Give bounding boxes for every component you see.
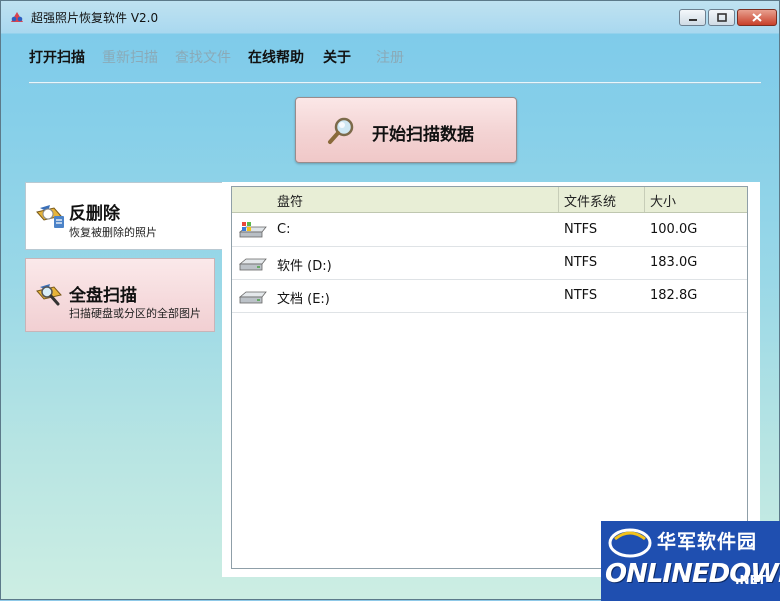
minimize-icon bbox=[688, 18, 697, 21]
menu-about[interactable]: 关于 bbox=[323, 47, 351, 67]
menu-online-help[interactable]: 在线帮助 bbox=[248, 47, 304, 67]
close-button[interactable] bbox=[737, 9, 777, 26]
menu-rescan[interactable]: 重新扫描 bbox=[102, 47, 158, 67]
maximize-icon bbox=[716, 13, 727, 22]
tab-full-scan-title: 全盘扫描 bbox=[69, 286, 137, 306]
tab-undelete-title: 反删除 bbox=[69, 204, 120, 224]
drive-size: 183.0G bbox=[650, 255, 698, 270]
app-logo-icon bbox=[11, 12, 23, 22]
drive-table[interactable]: 盘符 文件系统 大小 C: NTFS 100.0G 软件 (D:) NTFS 1… bbox=[231, 186, 748, 569]
table-row[interactable]: 软件 (D:) NTFS 183.0G bbox=[232, 246, 747, 280]
undelete-icon bbox=[36, 205, 64, 228]
menu-divider bbox=[29, 82, 761, 83]
drive-size: 182.8G bbox=[650, 288, 698, 303]
hard-drive-icon bbox=[238, 258, 267, 271]
app-window: 超强照片恢复软件 V2.0 打开扫描 重新扫描 查找文件 在线帮助 关于 注册 … bbox=[0, 0, 780, 601]
header-filesystem[interactable]: 文件系统 bbox=[564, 191, 616, 210]
tab-full-scan-desc: 扫描硬盘或分区的全部图片 bbox=[69, 307, 201, 320]
table-row[interactable]: 文档 (E:) NTFS 182.8G bbox=[232, 279, 747, 313]
full-scan-icon bbox=[36, 284, 62, 306]
drive-name: C: bbox=[277, 222, 291, 237]
start-scan-button[interactable]: 开始扫描数据 bbox=[295, 97, 517, 163]
globe-icon bbox=[608, 528, 652, 558]
tab-full-scan[interactable]: 全盘扫描 扫描硬盘或分区的全部图片 bbox=[25, 258, 215, 332]
drive-name: 软件 (D:) bbox=[277, 259, 332, 274]
table-header: 盘符 文件系统 大小 bbox=[232, 187, 747, 213]
drive-size: 100.0G bbox=[650, 222, 698, 237]
title-bar[interactable]: 超强照片恢复软件 V2.0 bbox=[1, 1, 779, 33]
tab-undelete[interactable]: 反删除 恢复被删除的照片 bbox=[25, 182, 223, 250]
watermark-logo: 华军软件园 ONLINEDOWN .NET bbox=[601, 521, 780, 601]
drive-name: 文档 (E:) bbox=[277, 292, 330, 307]
window-title: 超强照片恢复软件 V2.0 bbox=[31, 11, 159, 25]
hard-drive-icon bbox=[238, 291, 267, 304]
magnifier-icon bbox=[328, 117, 354, 144]
start-scan-label: 开始扫描数据 bbox=[372, 125, 474, 145]
column-divider[interactable] bbox=[558, 187, 559, 212]
close-icon bbox=[752, 13, 762, 22]
menu-register[interactable]: 注册 bbox=[376, 47, 404, 67]
header-size[interactable]: 大小 bbox=[650, 191, 676, 210]
drive-filesystem: NTFS bbox=[564, 288, 598, 303]
drive-filesystem: NTFS bbox=[564, 222, 598, 237]
menu-open-scan[interactable]: 打开扫描 bbox=[29, 47, 85, 67]
watermark-suffix: .NET bbox=[735, 573, 766, 587]
table-row[interactable]: C: NTFS 100.0G bbox=[232, 213, 747, 247]
tab-undelete-desc: 恢复被删除的照片 bbox=[69, 226, 157, 239]
minimize-button[interactable] bbox=[679, 9, 706, 26]
system-drive-icon bbox=[238, 222, 267, 238]
column-divider[interactable] bbox=[644, 187, 645, 212]
drive-filesystem: NTFS bbox=[564, 255, 598, 270]
maximize-button[interactable] bbox=[708, 9, 735, 26]
menu-find-file[interactable]: 查找文件 bbox=[175, 47, 231, 67]
header-drive[interactable]: 盘符 bbox=[277, 191, 303, 210]
watermark-cn: 华军软件园 bbox=[657, 531, 758, 553]
